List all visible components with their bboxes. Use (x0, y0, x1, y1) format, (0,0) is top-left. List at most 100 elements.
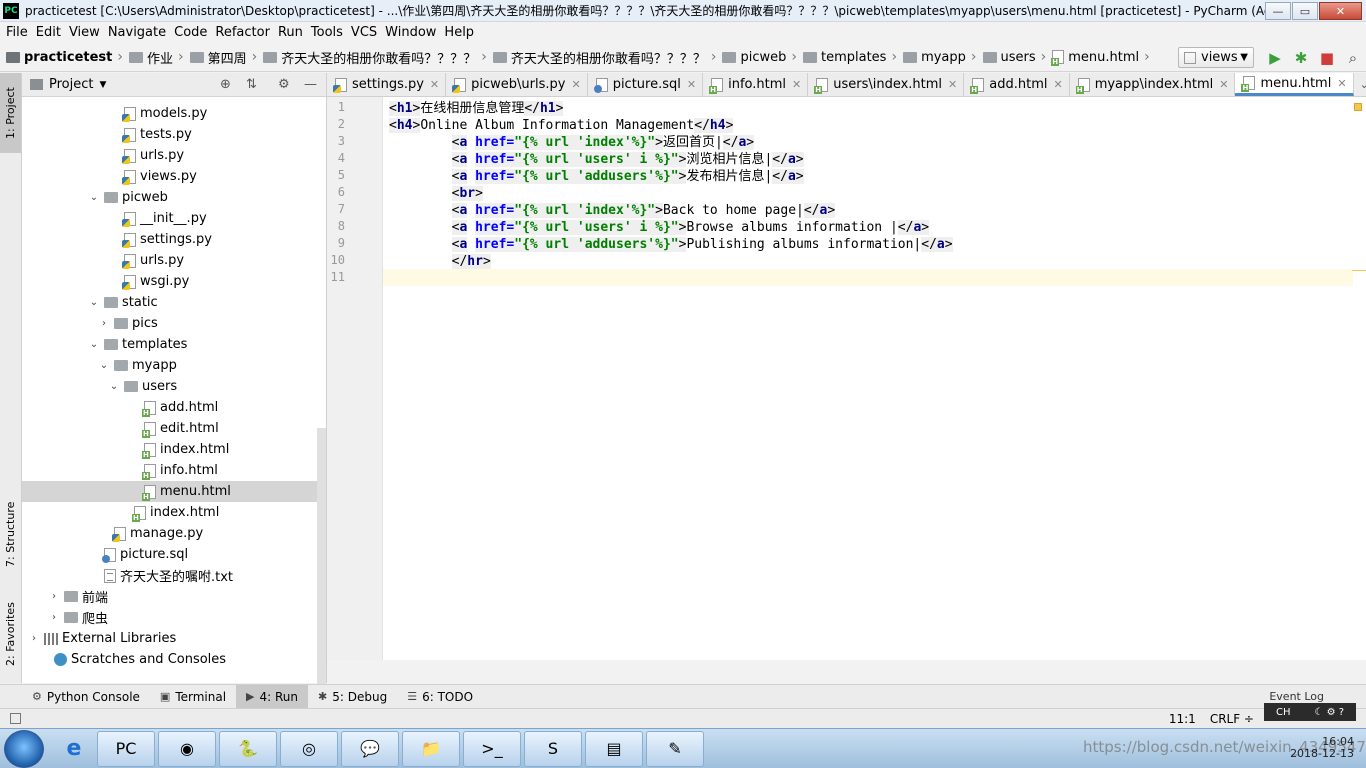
editor-tab[interactable]: settings.py ✕ (327, 73, 447, 96)
event-log-button[interactable]: Event Log (1269, 690, 1324, 703)
tree-file[interactable]: 齐天大圣的嘱咐.txt (22, 565, 326, 586)
menu-view[interactable]: View (65, 25, 104, 40)
code-line[interactable]: <a href="{% url 'index'%}">Back to home … (389, 202, 836, 219)
chevron-down-icon[interactable]: ▼ (99, 80, 106, 90)
run-icon[interactable]: ▶ (1262, 45, 1288, 71)
menu-run[interactable]: Run (274, 25, 307, 40)
minimize-button[interactable]: — (1265, 2, 1291, 20)
explorer-icon[interactable]: 📁 (402, 730, 460, 767)
search-icon[interactable]: ⌕ (1340, 45, 1366, 71)
tree-file[interactable]: picture.sql (22, 544, 326, 565)
menu-navigate[interactable]: Navigate (104, 25, 170, 40)
breadcrumb-item[interactable]: templates › (803, 49, 903, 65)
debug-icon[interactable]: ✱ (1288, 45, 1314, 71)
ie-icon[interactable]: e (54, 731, 94, 767)
chevron-right-icon[interactable]: › (98, 318, 110, 329)
tree-file[interactable]: views.py (22, 166, 326, 187)
editor-tab[interactable]: picture.sql ✕ (588, 73, 704, 96)
wechat-icon[interactable]: 💬 (341, 730, 399, 767)
editor-tab[interactable]: myapp\index.html ✕ (1070, 73, 1236, 96)
editor-tab[interactable]: users\index.html ✕ (808, 73, 965, 96)
breadcrumb-item[interactable]: users › (982, 49, 1053, 65)
breadcrumb-item[interactable]: myapp › (903, 49, 982, 65)
tree-file[interactable]: Scratches and Consoles (22, 649, 326, 670)
tabs-overflow-icon[interactable]: ⌄2 (1354, 73, 1366, 96)
line-separator[interactable]: CRLF ÷ (1210, 712, 1254, 726)
code-line[interactable]: <a href="{% url 'users' i %}">浏览相片信息|</a… (389, 151, 804, 168)
sublime-icon[interactable]: S (524, 730, 582, 767)
breadcrumb-item[interactable]: practicetest › (6, 49, 129, 65)
tree-file[interactable]: add.html (22, 397, 326, 418)
hide-panel-icon[interactable]: — (304, 77, 317, 92)
tree-folder[interactable]: › 爬虫 (22, 607, 326, 628)
tree-file[interactable]: tests.py (22, 124, 326, 145)
chevron-right-icon[interactable]: › (48, 612, 60, 623)
tree-folder[interactable]: ⌄ picweb (22, 187, 326, 208)
project-scrollbar[interactable] (317, 428, 326, 688)
code-line[interactable]: </hr> (389, 253, 491, 270)
chevron-down-icon[interactable]: ⌄ (88, 192, 100, 203)
tree-folder[interactable]: ⌄ static (22, 292, 326, 313)
close-tab-icon[interactable]: ✕ (792, 78, 801, 91)
code-line[interactable]: <a href="{% url 'addusers'%}">Publishing… (389, 236, 953, 253)
menu-edit[interactable]: Edit (32, 25, 65, 40)
maximize-button[interactable]: ▭ (1292, 2, 1318, 20)
close-tab-icon[interactable]: ✕ (430, 78, 439, 91)
tree-folder[interactable]: ⌄ templates (22, 334, 326, 355)
menu-window[interactable]: Window (381, 25, 440, 40)
inspection-status-icon[interactable] (1354, 103, 1362, 111)
tool-window-debug[interactable]: ✱ 5: Debug (308, 685, 397, 709)
run-configuration-select[interactable]: views ▼ (1178, 47, 1254, 68)
breadcrumb-item[interactable]: 齐天大圣的相册你敢看吗？？？？ › (492, 48, 723, 67)
chevron-down-icon[interactable]: ⌄ (108, 381, 120, 392)
editor-tab[interactable]: picweb\urls.py ✕ (446, 73, 588, 96)
editor-tab[interactable]: add.html ✕ (964, 73, 1070, 96)
tree-file[interactable]: urls.py (22, 250, 326, 271)
start-button[interactable] (4, 729, 44, 768)
tree-file[interactable]: menu.html (22, 481, 326, 502)
close-tab-icon[interactable]: ✕ (1219, 78, 1228, 91)
tree-file[interactable]: settings.py (22, 229, 326, 250)
tool-windows-toggle-icon[interactable] (10, 713, 21, 724)
collapse-all-icon[interactable]: ⇅ (246, 77, 257, 92)
menu-refactor[interactable]: Refactor (211, 25, 274, 40)
menu-tools[interactable]: Tools (307, 25, 347, 40)
menu-help[interactable]: Help (440, 25, 478, 40)
breadcrumb-item[interactable]: 第四周 › (189, 48, 264, 67)
tree-file[interactable]: index.html (22, 502, 326, 523)
chevron-down-icon[interactable]: ⌄ (98, 360, 110, 371)
system-clock[interactable]: 16:04 2018-12-13 (1290, 736, 1354, 760)
chevron-right-icon[interactable]: › (28, 633, 40, 644)
notepad-icon[interactable]: ✎ (646, 730, 704, 767)
python-icon[interactable]: 🐍 (219, 730, 277, 767)
pycharm-icon[interactable]: PC (97, 730, 155, 767)
project-tool-tab[interactable]: 1: Project (0, 73, 21, 153)
breadcrumb-item[interactable]: 作业 › (128, 48, 190, 67)
code-editor[interactable]: 1 2 3 4 5 6 7 8 9 10 11 <h1>在线相册信息管理</h1> <h4>Onlin… (327, 97, 1366, 660)
tree-file[interactable]: __init__.py (22, 208, 326, 229)
structure-tool-tab[interactable]: 7: Structure (0, 491, 21, 577)
locate-target-icon[interactable]: ⊕ (220, 77, 231, 92)
caret-position[interactable]: 11:1 (1169, 712, 1196, 726)
gear-icon[interactable]: ⚙ (278, 77, 290, 92)
chevron-down-icon[interactable]: ⌄ (88, 339, 100, 350)
media-icon[interactable]: ◎ (280, 730, 338, 767)
project-panel-title[interactable]: Project (49, 77, 93, 92)
stop-icon[interactable]: ■ (1314, 45, 1340, 71)
menu-file[interactable]: File (2, 25, 32, 40)
ime-language[interactable]: CH (1276, 707, 1291, 718)
menu-code[interactable]: Code (170, 25, 211, 40)
menu-vcs[interactable]: VCS (347, 25, 381, 40)
breadcrumb-item[interactable]: menu.html› (1051, 49, 1156, 66)
code-line[interactable]: <h4>Online Album Information Management<… (389, 117, 734, 134)
ime-language-bar[interactable]: CH ☾ ⚙ ? (1264, 703, 1356, 721)
favorites-tool-tab[interactable]: 2: Favorites (0, 591, 21, 677)
cmd-icon[interactable]: >_ (463, 730, 521, 767)
editor-tab[interactable]: info.html ✕ (703, 73, 809, 96)
tool-window-run[interactable]: ▶ 4: Run (236, 684, 309, 709)
warning-marker[interactable] (1352, 270, 1366, 271)
close-tab-icon[interactable]: ✕ (948, 78, 957, 91)
breadcrumb-item[interactable]: 齐天大圣的相册你敢看吗？？？？ › (263, 48, 493, 67)
tree-folder[interactable]: ⌄ myapp (22, 355, 326, 376)
code-line[interactable]: <br> (389, 185, 483, 202)
